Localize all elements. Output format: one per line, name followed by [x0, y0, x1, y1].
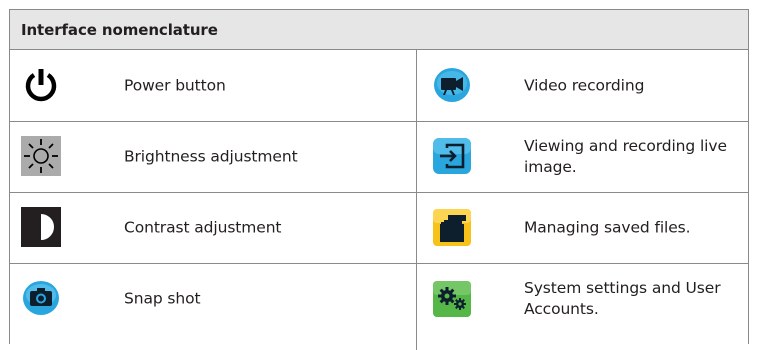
- power-button-label: Power button: [124, 76, 226, 94]
- video-camera-icon: [432, 65, 472, 105]
- table-cell-contrast: Contrast adjustment: [10, 192, 416, 263]
- live-image-icon: [432, 136, 472, 176]
- table-cell-saved-files: Managing saved files.: [417, 192, 748, 263]
- brightness-icon: [21, 136, 61, 176]
- interface-nomenclature-table: Interface nomenclature Power button Vide…: [9, 9, 749, 350]
- snap-shot-label: Snap shot: [124, 289, 201, 307]
- table-title: Interface nomenclature: [21, 20, 218, 39]
- table-cell-system-settings: System settings and User Accounts.: [417, 263, 748, 334]
- table-cell-brightness: Brightness adjustment: [10, 121, 416, 192]
- contrast-icon: [21, 207, 61, 247]
- video-recording-label: Video recording: [524, 76, 645, 94]
- gears-icon: [432, 278, 472, 318]
- live-image-label: Viewing and recording live image.: [524, 136, 727, 176]
- table-cell-power: Power button: [10, 50, 416, 121]
- saved-files-label: Managing saved files.: [524, 218, 691, 236]
- brightness-adjustment-label: Brightness adjustment: [124, 147, 298, 165]
- power-icon: [21, 65, 61, 105]
- contrast-adjustment-label: Contrast adjustment: [124, 218, 282, 236]
- table-cell-snapshot: Snap shot: [10, 263, 416, 334]
- table-cell-video: Video recording: [417, 50, 748, 121]
- camera-icon: [21, 278, 61, 318]
- table-cell-live-image: Viewing and recording live image.: [417, 121, 748, 192]
- table-header: Interface nomenclature: [10, 10, 748, 50]
- system-settings-label: System settings and User Accounts.: [524, 278, 721, 318]
- folders-icon: [432, 207, 472, 247]
